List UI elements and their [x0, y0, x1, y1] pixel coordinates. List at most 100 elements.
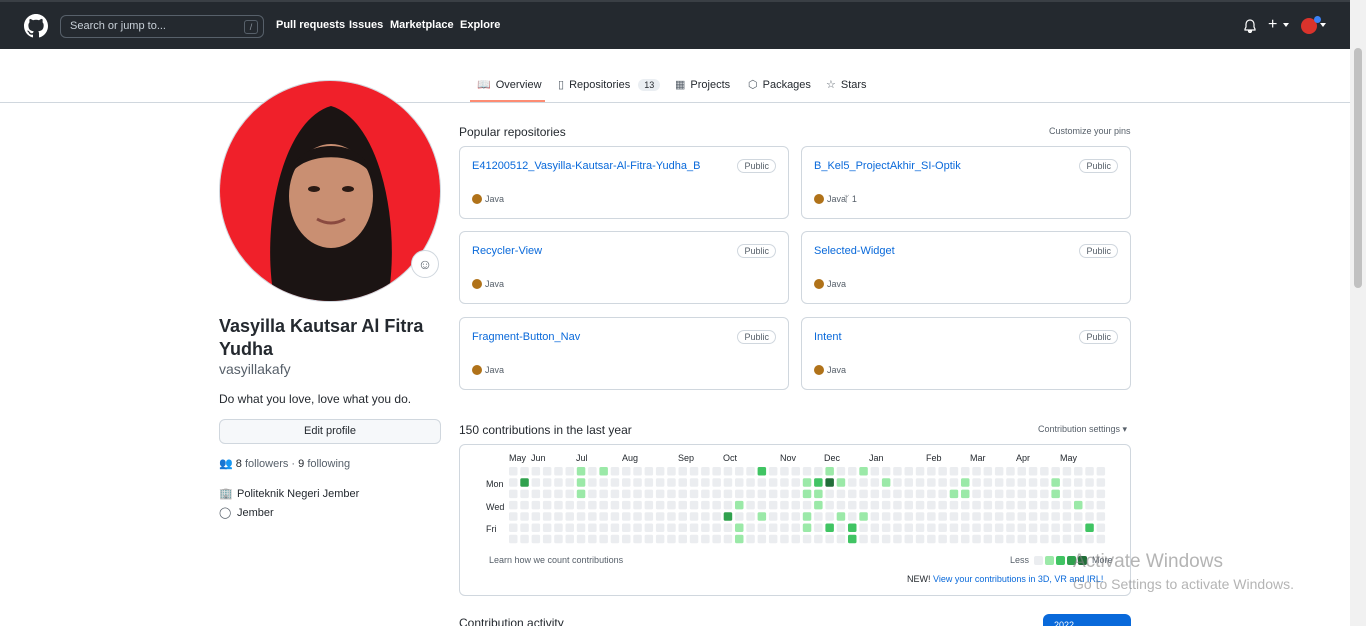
contribution-day-cell[interactable]: [802, 534, 812, 544]
contribution-day-cell[interactable]: [610, 467, 620, 476]
contribution-day-cell[interactable]: [1006, 534, 1015, 544]
contribution-day-cell[interactable]: [1040, 523, 1049, 533]
contribution-day-cell[interactable]: [701, 467, 710, 476]
contribution-day-cell[interactable]: [780, 512, 789, 521]
contribution-day-cell[interactable]: [1074, 523, 1083, 533]
contribution-day-cell[interactable]: [802, 489, 812, 499]
year-2022-button[interactable]: 2022: [1043, 614, 1131, 626]
contribution-day-cell[interactable]: [870, 467, 880, 476]
contribution-day-cell[interactable]: [949, 500, 959, 510]
contribution-day-cell[interactable]: [701, 478, 710, 487]
contribution-day-cell[interactable]: [554, 512, 563, 521]
contribution-day-cell[interactable]: [588, 489, 597, 499]
contribution-day-cell[interactable]: [723, 512, 733, 521]
contribution-day-cell[interactable]: [712, 467, 721, 476]
contribution-day-cell[interactable]: [893, 523, 902, 533]
contribution-day-cell[interactable]: [554, 478, 563, 487]
contribution-day-cell[interactable]: [746, 467, 755, 476]
contribution-day-cell[interactable]: [655, 534, 665, 544]
contribution-day-cell[interactable]: [1051, 467, 1060, 476]
contribution-day-cell[interactable]: [509, 523, 518, 533]
contribution-day-cell[interactable]: [904, 523, 914, 533]
contribution-day-cell[interactable]: [859, 467, 868, 476]
contribution-day-cell[interactable]: [1017, 512, 1027, 521]
contribution-day-cell[interactable]: [689, 489, 699, 499]
contribution-day-cell[interactable]: [655, 523, 665, 533]
contribution-day-cell[interactable]: [904, 500, 914, 510]
contribution-day-cell[interactable]: [509, 500, 518, 510]
contribution-day-cell[interactable]: [825, 512, 834, 521]
contribution-day-cell[interactable]: [915, 478, 925, 487]
create-new-icon[interactable]: +: [1268, 16, 1277, 34]
contribution-day-cell[interactable]: [972, 500, 981, 510]
contribution-day-cell[interactable]: [938, 500, 947, 510]
contribution-day-cell[interactable]: [859, 534, 868, 544]
contribution-day-cell[interactable]: [1085, 512, 1094, 521]
contribution-day-cell[interactable]: [938, 523, 947, 533]
contribution-day-cell[interactable]: [972, 523, 981, 533]
repo-name-link[interactable]: B_Kel5_ProjectAkhir_SI-Optik: [814, 160, 961, 172]
contribution-day-cell[interactable]: [1040, 478, 1049, 487]
contribution-day-cell[interactable]: [588, 512, 597, 521]
contribution-day-cell[interactable]: [881, 523, 891, 533]
create-caret-icon[interactable]: [1283, 23, 1289, 27]
contribution-day-cell[interactable]: [870, 523, 880, 533]
following-link[interactable]: 9 following: [298, 458, 350, 470]
contribution-day-cell[interactable]: [689, 512, 699, 521]
contribution-day-cell[interactable]: [1006, 489, 1015, 499]
contribution-day-cell[interactable]: [1062, 500, 1072, 510]
contribution-day-cell[interactable]: [509, 489, 518, 499]
contribution-day-cell[interactable]: [757, 534, 767, 544]
contribution-day-cell[interactable]: [1028, 523, 1038, 533]
contribution-day-cell[interactable]: [791, 500, 801, 510]
contribution-day-cell[interactable]: [588, 478, 597, 487]
contribution-day-cell[interactable]: [531, 534, 541, 544]
contribution-day-cell[interactable]: [520, 467, 529, 476]
contribution-day-cell[interactable]: [915, 500, 925, 510]
tab-overview[interactable]: 📖 Overview: [477, 78, 542, 92]
contribution-day-cell[interactable]: [757, 467, 767, 476]
contribution-day-cell[interactable]: [904, 489, 914, 499]
contribution-day-cell[interactable]: [622, 523, 631, 533]
contribution-day-cell[interactable]: [701, 512, 710, 521]
contribution-day-cell[interactable]: [1028, 489, 1038, 499]
contribution-day-cell[interactable]: [1028, 467, 1038, 476]
contribution-day-cell[interactable]: [814, 489, 823, 499]
contribution-day-cell[interactable]: [780, 478, 789, 487]
contribution-day-cell[interactable]: [509, 478, 518, 487]
avatar-caret-icon[interactable]: [1320, 23, 1326, 27]
contribution-day-cell[interactable]: [723, 500, 733, 510]
contribution-day-cell[interactable]: [509, 512, 518, 521]
contribution-day-cell[interactable]: [667, 523, 676, 533]
contribution-day-cell[interactable]: [633, 467, 642, 476]
contribution-day-cell[interactable]: [1006, 478, 1015, 487]
contribution-day-cell[interactable]: [509, 467, 518, 476]
contribution-day-cell[interactable]: [1006, 523, 1015, 533]
contribution-day-cell[interactable]: [927, 467, 936, 476]
contribution-day-cell[interactable]: [780, 489, 789, 499]
contribution-day-cell[interactable]: [1062, 467, 1072, 476]
contribution-day-cell[interactable]: [723, 534, 733, 544]
contribution-day-cell[interactable]: [576, 523, 586, 533]
repo-name-link[interactable]: Recycler-View: [472, 245, 542, 257]
contribution-day-cell[interactable]: [667, 534, 676, 544]
contribution-day-cell[interactable]: [644, 523, 654, 533]
contribution-day-cell[interactable]: [678, 478, 688, 487]
contribution-day-cell[interactable]: [836, 467, 846, 476]
contribution-day-cell[interactable]: [961, 534, 970, 544]
contribution-day-cell[interactable]: [768, 467, 778, 476]
contribution-day-cell[interactable]: [689, 500, 699, 510]
contribution-day-cell[interactable]: [927, 478, 936, 487]
contribution-day-cell[interactable]: [915, 489, 925, 499]
followers-link[interactable]: 8 followers: [236, 458, 289, 470]
contribution-day-cell[interactable]: [983, 523, 993, 533]
contribution-day-cell[interactable]: [949, 467, 959, 476]
contribution-day-cell[interactable]: [565, 500, 575, 510]
contribution-day-cell[interactable]: [1085, 500, 1094, 510]
contribution-day-cell[interactable]: [825, 500, 834, 510]
tab-packages[interactable]: ⬡ Packages: [748, 78, 811, 92]
contribution-day-cell[interactable]: [814, 467, 823, 476]
contribution-day-cell[interactable]: [972, 512, 981, 521]
contribution-day-cell[interactable]: [1062, 512, 1072, 521]
contribution-day-cell[interactable]: [768, 489, 778, 499]
